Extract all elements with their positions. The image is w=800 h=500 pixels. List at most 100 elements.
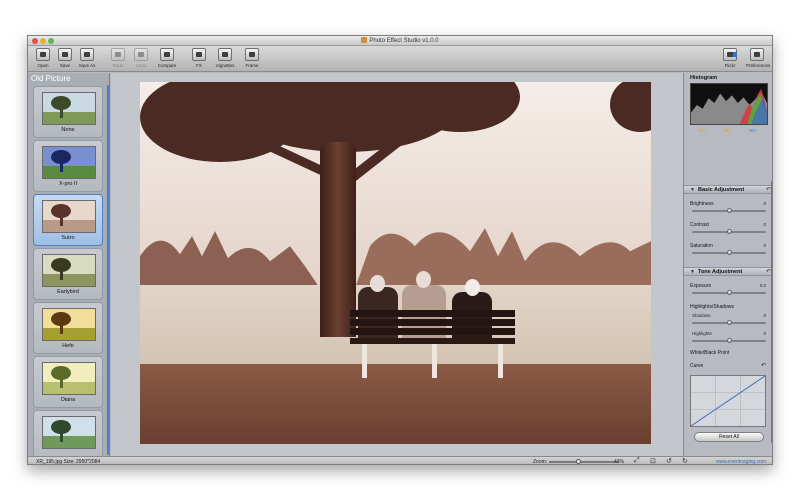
flickr-icon (723, 48, 737, 61)
preset-thumbnail (42, 416, 96, 449)
zoom-value: 42% (614, 459, 625, 465)
preset-item[interactable]: Sutro (33, 194, 103, 246)
canvas-area (111, 73, 683, 456)
tone-adjustment-title: Tone Adjustment (698, 269, 743, 275)
photo-background-trees (140, 228, 651, 289)
adjustment-slider[interactable] (692, 320, 766, 325)
histogram-values: R/A N/A N/A (690, 128, 768, 133)
preset-item[interactable]: X-pro II (33, 140, 103, 192)
toolbar: Open Save Save As Redo Undo Compare FX Vignette… (28, 46, 772, 72)
preferences-label: Preferences (746, 63, 771, 68)
adjustment-slider[interactable] (692, 290, 766, 295)
slider-value: 0 (763, 331, 766, 336)
undo-label: Undo (135, 63, 147, 68)
rotate-right-icon[interactable]: ↻ (682, 457, 688, 464)
highlights-shadows-label: Highlights/Shadows (690, 304, 734, 310)
undo-icon (134, 48, 148, 61)
preset-thumbnail (42, 362, 96, 395)
rotate-left-icon[interactable]: ↺ (666, 457, 672, 464)
photo-canvas[interactable] (140, 82, 651, 444)
adjustment-slider[interactable] (692, 229, 766, 234)
preset-item[interactable] (33, 410, 103, 456)
compare-button[interactable]: Compare (156, 48, 178, 68)
slider-label: Contrast (690, 222, 709, 228)
save-as-button[interactable]: Save As (76, 48, 98, 68)
slider-knob[interactable] (727, 320, 732, 325)
save-as-label: Save As (78, 63, 96, 68)
slider-knob[interactable] (727, 208, 732, 213)
preset-thumbnail (42, 146, 96, 179)
preset-label: None (61, 127, 75, 133)
preferences-button[interactable]: Preferences (746, 48, 771, 68)
undo-button[interactable]: Undo (130, 48, 152, 68)
save-icon (58, 48, 72, 61)
curve-label: Curve (690, 363, 704, 369)
curve-editor[interactable] (690, 375, 766, 427)
adjustment-slider[interactable] (692, 338, 766, 343)
save-as-icon (80, 48, 94, 61)
fx-button[interactable]: FX (188, 48, 210, 68)
app-icon (361, 37, 368, 43)
histogram-value-1: N/A (723, 128, 732, 133)
slider-value: 0 (763, 313, 766, 318)
photo-person-head (465, 279, 480, 296)
status-bar: XR_195.jpg Size: 2950*2084 Zoom: 42% ⤢ ⊡… (28, 456, 772, 465)
app-window: Photo Effect Studio v1.0.0 Open Save Save … (27, 35, 773, 465)
zoom-label: Zoom: (533, 459, 548, 465)
preset-sidebar: Old Picture None X-pro II Sutro Earlybird He… (28, 73, 110, 456)
slider-label: Highlights (692, 331, 712, 336)
basic-adjustment-header[interactable]: ▼ Basic Adjustment ↶ (684, 185, 772, 194)
slider-value: 0 (763, 201, 766, 206)
redo-button[interactable]: Redo (107, 48, 129, 68)
histogram-value-0: R/A (698, 128, 707, 133)
fx-label: FX (196, 63, 202, 68)
preset-item[interactable]: None (33, 86, 103, 138)
slider-knob[interactable] (727, 229, 732, 234)
zoom-slider-knob[interactable] (576, 459, 582, 464)
expand-triangle-icon: ▼ (690, 187, 695, 193)
panel-scrollbar[interactable] (771, 181, 772, 443)
preset-item[interactable]: Earlybird (33, 248, 103, 300)
open-label: Open (37, 63, 49, 68)
save-button[interactable]: Save (54, 48, 76, 68)
preset-item[interactable]: Diana (33, 356, 103, 408)
vignettes-label: Vignettes (215, 63, 235, 68)
slider-label: Brightness (690, 201, 714, 207)
vignettes-icon (218, 48, 232, 61)
fx-icon (192, 48, 206, 61)
sidebar-scrollbar[interactable] (107, 85, 109, 455)
adjustment-slider[interactable] (692, 208, 766, 213)
preset-label: Sutro (61, 235, 75, 241)
redo-icon (111, 48, 125, 61)
white-black-point-label: White/Black Point (690, 350, 730, 356)
adjustment-slider[interactable] (692, 250, 766, 255)
frame-button[interactable]: Frame (241, 48, 263, 68)
window-title-area: Photo Effect Studio v1.0.0 (28, 37, 772, 44)
slider-value: 0 (763, 243, 766, 248)
flickr-label: Flickr (724, 63, 736, 68)
open-button[interactable]: Open (32, 48, 54, 68)
slider-knob[interactable] (727, 250, 732, 255)
actual-size-icon[interactable]: ⊡ (650, 457, 656, 464)
zoom-slider[interactable] (549, 459, 619, 464)
reset-curve-icon[interactable]: ↶ (761, 362, 766, 369)
compare-icon (160, 48, 174, 61)
title-bar: Photo Effect Studio v1.0.0 (28, 36, 772, 46)
slider-label: Shadows (692, 313, 711, 318)
gear-icon (750, 48, 764, 61)
photo-person-head (416, 271, 431, 288)
slider-knob[interactable] (727, 338, 732, 343)
preset-category-title: Old Picture (31, 74, 71, 83)
preset-label: X-pro II (58, 181, 78, 187)
preset-item[interactable]: Hefe (33, 302, 103, 354)
fit-screen-icon[interactable]: ⤢ (634, 457, 640, 464)
slider-knob[interactable] (727, 290, 732, 295)
website-link[interactable]: www.everimaging.com (716, 459, 766, 464)
preset-label: Hefe (62, 343, 74, 349)
vignettes-button[interactable]: Vignettes (214, 48, 236, 68)
photo-person (452, 292, 492, 342)
reset-all-button[interactable]: Reset All (694, 432, 764, 442)
tone-adjustment-header[interactable]: ▼ Tone Adjustment ↶ (684, 267, 772, 276)
photo-person-head (370, 275, 385, 292)
flickr-button[interactable]: Flickr (719, 48, 741, 68)
